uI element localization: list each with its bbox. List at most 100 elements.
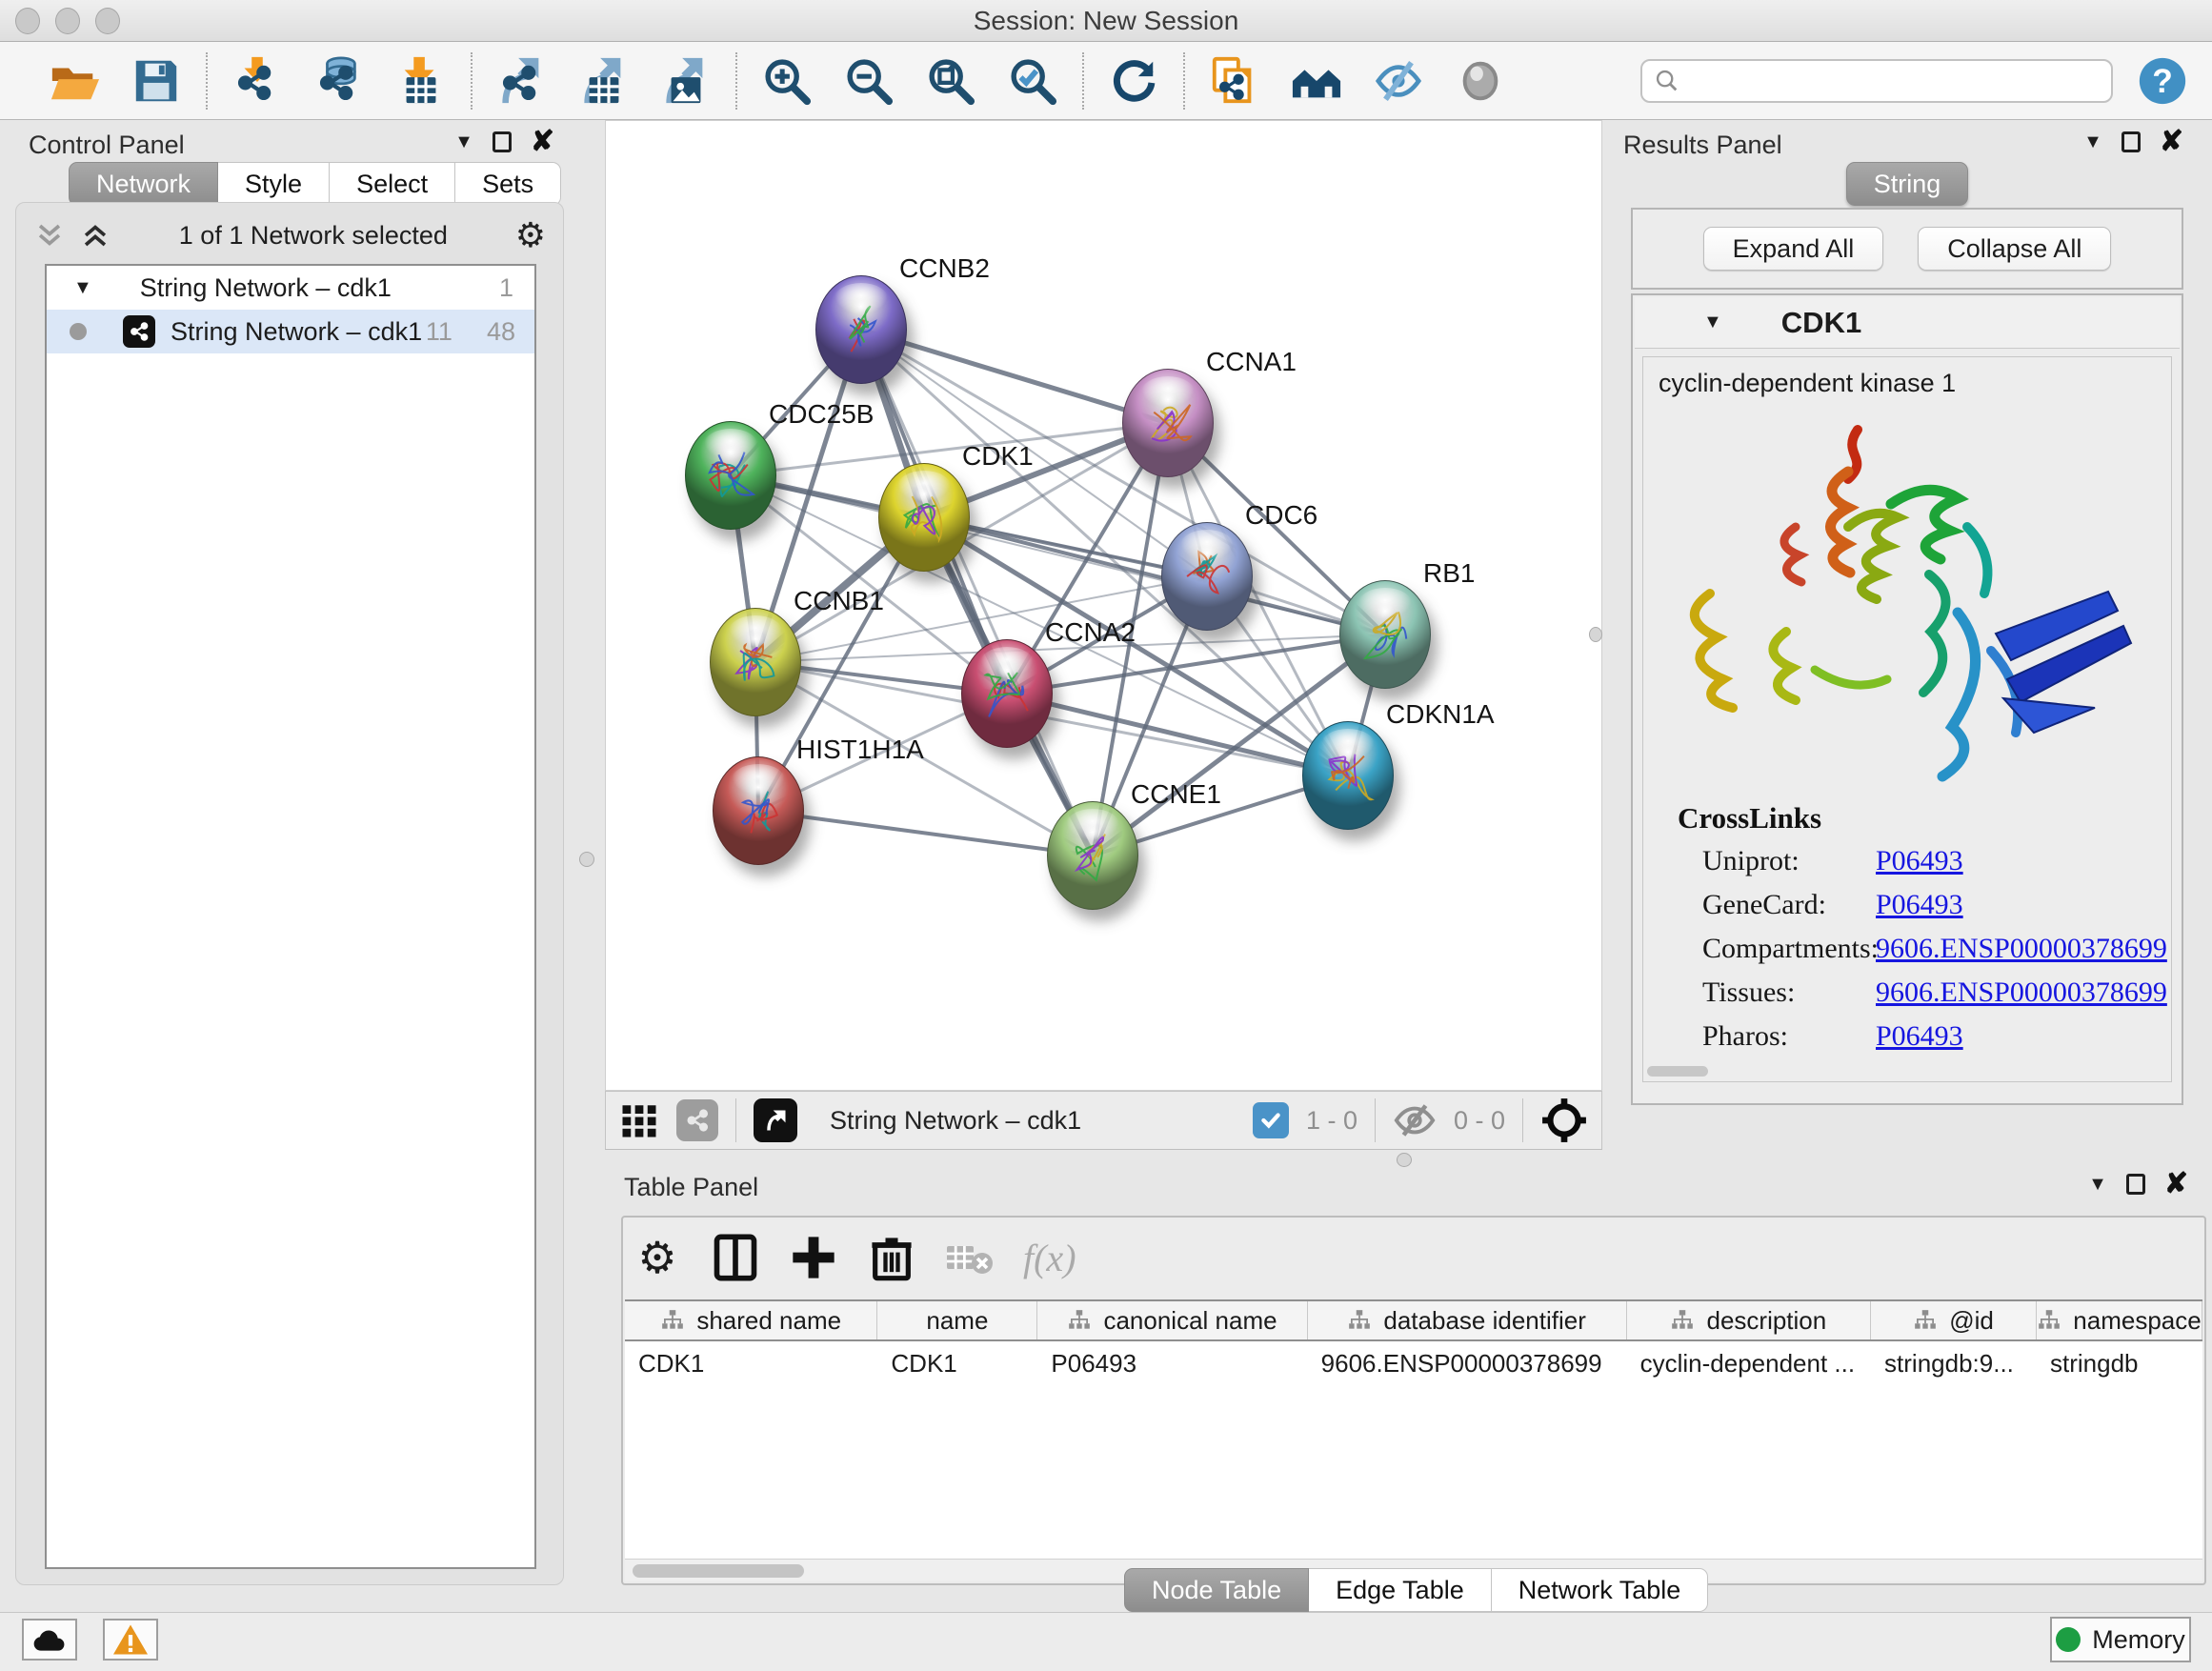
panel-menu-icon[interactable]: ▼ bbox=[2083, 131, 2102, 153]
grid-view-icon[interactable] bbox=[619, 1100, 659, 1140]
gene-collapse-caret-icon[interactable]: ▼ bbox=[1703, 312, 1722, 333]
collection-caret-icon[interactable]: ▼ bbox=[73, 277, 92, 299]
right-splitter-handle[interactable] bbox=[1589, 627, 1602, 642]
presentation-lens-button[interactable] bbox=[1452, 51, 1509, 111]
left-splitter-handle[interactable] bbox=[579, 852, 594, 867]
create-column-plus-icon[interactable] bbox=[789, 1231, 838, 1284]
import-database-button[interactable] bbox=[311, 51, 368, 111]
fit-selection-crosshair-icon[interactable] bbox=[1540, 1097, 1588, 1144]
open-session-button[interactable] bbox=[46, 51, 103, 111]
tab-network[interactable]: Network bbox=[69, 162, 218, 206]
column-header-canonical-name[interactable]: canonical name bbox=[1037, 1301, 1307, 1339]
tab-style[interactable]: Style bbox=[218, 162, 330, 206]
node-CDK1[interactable] bbox=[878, 463, 970, 572]
tab-node-table[interactable]: Node Table bbox=[1124, 1568, 1309, 1612]
selected-checkbox-icon[interactable] bbox=[1253, 1102, 1289, 1138]
node-RB1[interactable] bbox=[1339, 580, 1431, 689]
tab-edge-table[interactable]: Edge Table bbox=[1309, 1568, 1492, 1612]
table-hscrollbar-thumb[interactable] bbox=[633, 1564, 804, 1578]
clone-network-button[interactable] bbox=[1206, 51, 1263, 111]
delete-table-icon[interactable] bbox=[945, 1231, 995, 1284]
zoom-fit-button[interactable] bbox=[922, 51, 979, 111]
column-header--id[interactable]: @id bbox=[1871, 1301, 2037, 1339]
export-image-button[interactable] bbox=[657, 51, 714, 111]
cloud-status-button[interactable] bbox=[22, 1619, 77, 1661]
crosslink-value-link[interactable]: 9606.ENSP00000378699 bbox=[1876, 933, 2167, 965]
network-options-gear-icon[interactable]: ⚙ bbox=[515, 215, 546, 255]
float-panel-icon[interactable] bbox=[493, 131, 512, 152]
search-input[interactable] bbox=[1688, 66, 2100, 95]
crosslink-value-link[interactable]: P06493 bbox=[1876, 845, 1963, 877]
hidden-eye-icon[interactable] bbox=[1393, 1098, 1437, 1142]
hide-graphics-details-button[interactable] bbox=[1370, 51, 1427, 111]
import-network-button[interactable] bbox=[229, 51, 286, 111]
tab-network-table[interactable]: Network Table bbox=[1492, 1568, 1709, 1612]
expand-all-button[interactable]: Expand All bbox=[1703, 227, 1884, 271]
gene-card-header[interactable]: ▼ CDK1 bbox=[1635, 297, 2180, 349]
help-button[interactable]: ? bbox=[2138, 51, 2187, 111]
node-CCNA1[interactable] bbox=[1122, 369, 1214, 477]
close-panel-icon[interactable]: ✘ bbox=[2164, 1170, 2188, 1198]
collapse-all-icon[interactable] bbox=[33, 219, 66, 252]
collapse-all-button[interactable]: Collapse All bbox=[1918, 227, 2111, 271]
column-header-database-identifier[interactable]: database identifier bbox=[1308, 1301, 1627, 1339]
tab-sets[interactable]: Sets bbox=[455, 162, 561, 206]
table-row[interactable]: CDK1CDK1P064939606.ENSP00000378699cyclin… bbox=[625, 1341, 2202, 1385]
export-network-button[interactable] bbox=[493, 51, 551, 111]
column-header-shared-name[interactable]: shared name bbox=[625, 1301, 877, 1339]
function-builder-icon[interactable]: f(x) bbox=[1023, 1236, 1076, 1280]
network-panel-body: 1 of 1 Network selected ⚙ ▼ String Netwo… bbox=[15, 202, 564, 1585]
export-table-button[interactable] bbox=[575, 51, 633, 111]
tab-string[interactable]: String bbox=[1846, 162, 1969, 206]
save-session-button[interactable] bbox=[128, 51, 185, 111]
close-panel-icon[interactable]: ✘ bbox=[531, 128, 554, 156]
close-panel-icon[interactable]: ✘ bbox=[2160, 128, 2183, 156]
refresh-button[interactable] bbox=[1105, 51, 1162, 111]
crosslink-value-link[interactable]: P06493 bbox=[1876, 1020, 1963, 1053]
network-share-icon[interactable] bbox=[676, 1099, 718, 1141]
column-header-description[interactable]: description bbox=[1627, 1301, 1871, 1339]
node-CDC25B[interactable] bbox=[685, 421, 776, 530]
delete-column-trash-icon[interactable] bbox=[867, 1231, 916, 1284]
panel-menu-icon[interactable]: ▼ bbox=[2088, 1174, 2107, 1196]
edge-layer[interactable] bbox=[606, 121, 1601, 1090]
import-table-button[interactable] bbox=[392, 51, 450, 111]
crosslink-value-link[interactable]: P06493 bbox=[1876, 889, 1963, 921]
node-label: CDC25B bbox=[769, 399, 874, 430]
crosslink-value-link[interactable]: 9606.ENSP00000378699 bbox=[1876, 976, 2167, 1009]
node-CDKN1A[interactable] bbox=[1302, 721, 1394, 830]
table-settings-gear-icon[interactable]: ⚙ bbox=[633, 1231, 682, 1284]
search-box[interactable] bbox=[1640, 59, 2113, 103]
first-neighbors-button[interactable] bbox=[1288, 51, 1345, 111]
node-CCNB1[interactable] bbox=[710, 608, 801, 716]
table-cell: P06493 bbox=[1037, 1341, 1307, 1385]
column-header-name[interactable]: name bbox=[877, 1301, 1037, 1339]
network-row[interactable]: String Network – cdk1 11 48 bbox=[47, 310, 534, 353]
network-canvas[interactable]: CCNB2CCNA1CDC25BCDK1CDC6RB1CCNB1CCNA2CDK… bbox=[605, 120, 1602, 1091]
memory-button[interactable]: Memory bbox=[2050, 1617, 2191, 1662]
results-scrollbar-thumb[interactable] bbox=[1647, 1066, 1708, 1077]
warning-status-button[interactable] bbox=[103, 1619, 158, 1661]
protein-structure-image bbox=[1653, 413, 2167, 798]
cloud-icon bbox=[30, 1623, 69, 1656]
node-HIST1H1A[interactable] bbox=[713, 756, 804, 865]
zoom-selected-button[interactable] bbox=[1004, 51, 1061, 111]
float-panel-icon[interactable] bbox=[2122, 131, 2141, 152]
tab-select[interactable]: Select bbox=[330, 162, 455, 206]
birds-eye-view-icon[interactable] bbox=[754, 1098, 797, 1142]
table-cell: CDK1 bbox=[625, 1341, 877, 1385]
zoom-out-button[interactable] bbox=[840, 51, 897, 111]
float-panel-icon[interactable] bbox=[2126, 1174, 2145, 1195]
node-CDC6[interactable] bbox=[1161, 522, 1253, 631]
panel-menu-icon[interactable]: ▼ bbox=[454, 131, 473, 153]
network-collection-row[interactable]: ▼ String Network – cdk1 1 bbox=[47, 266, 534, 310]
node-CCNA2[interactable] bbox=[961, 639, 1053, 748]
show-columns-icon[interactable] bbox=[711, 1231, 760, 1284]
zoom-in-button[interactable] bbox=[758, 51, 815, 111]
column-namespace-icon bbox=[1347, 1308, 1372, 1333]
node-CCNE1[interactable] bbox=[1047, 801, 1138, 910]
column-header-namespace[interactable]: namespace bbox=[2037, 1301, 2202, 1339]
node-label: CDC6 bbox=[1245, 500, 1317, 531]
node-CCNB2[interactable] bbox=[815, 275, 907, 384]
expand-all-icon[interactable] bbox=[79, 219, 111, 252]
